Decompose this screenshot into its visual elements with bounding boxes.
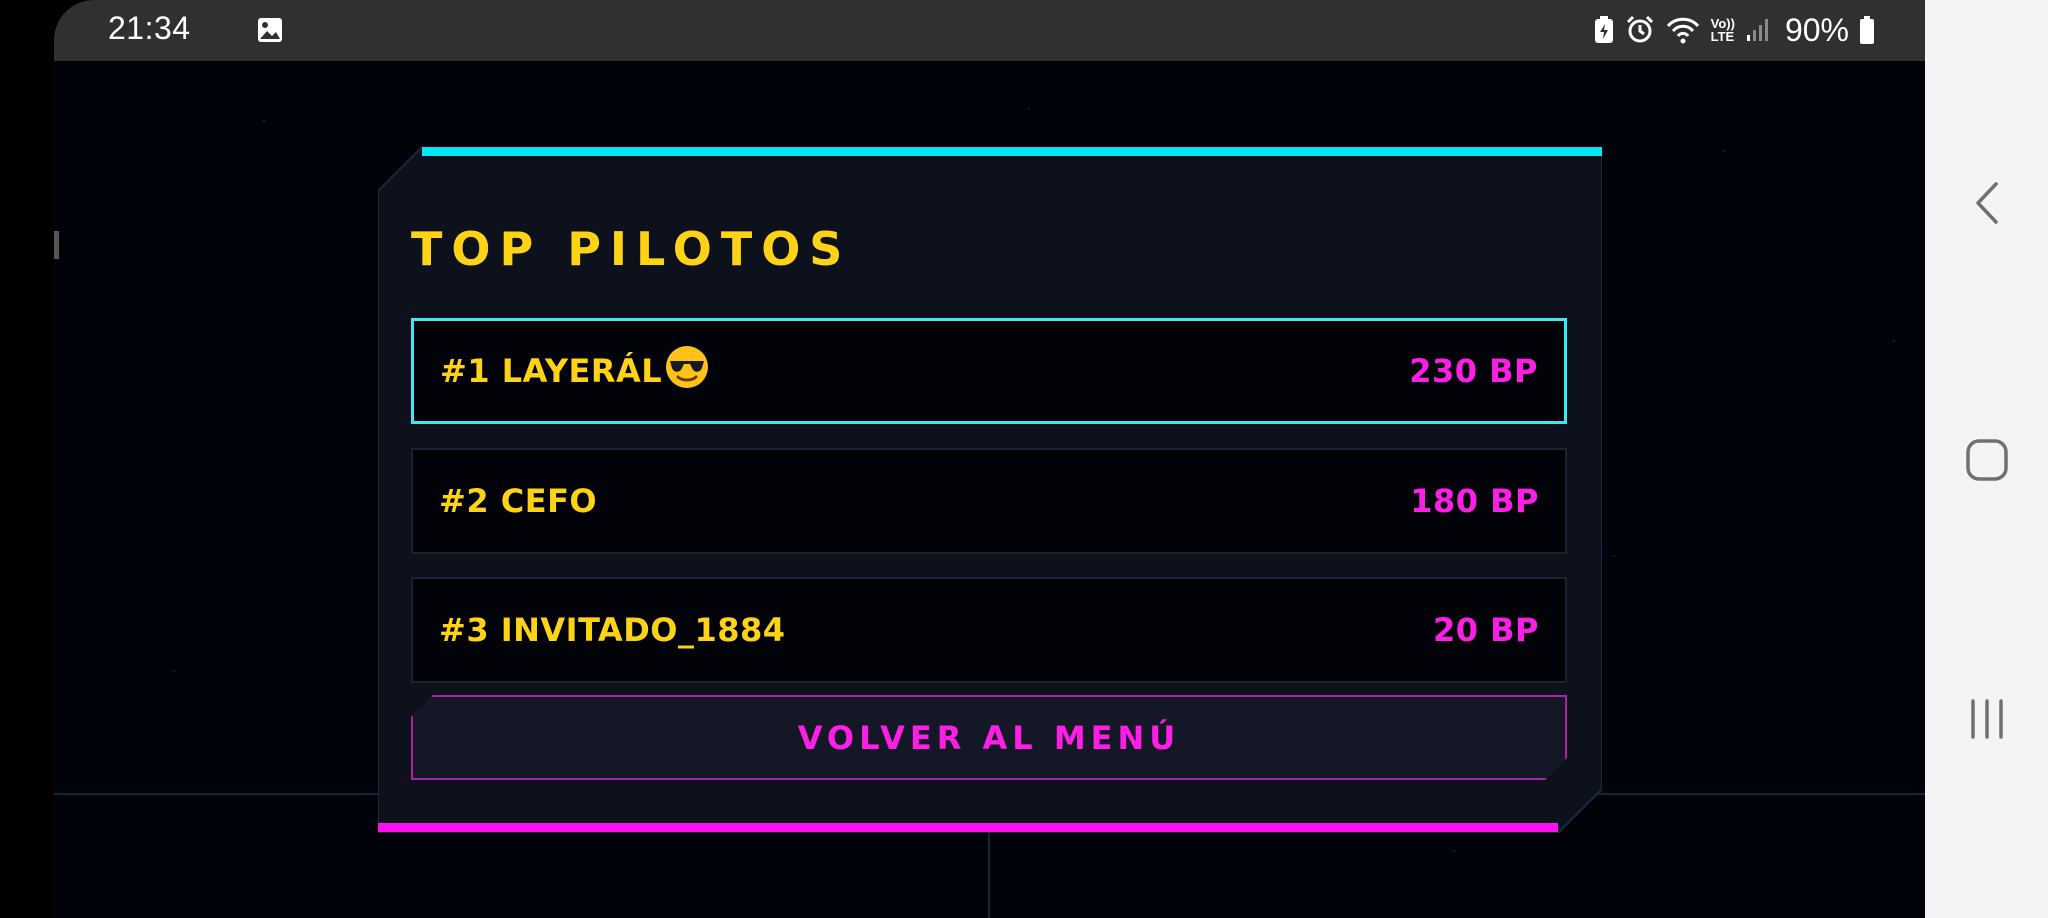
recent-apps-icon[interactable]: [1925, 698, 2048, 740]
battery-icon: [1859, 15, 1875, 45]
leaderboard-row-2: #2 CEFO 180 BP: [411, 448, 1567, 554]
panel-bottom-accent: [378, 823, 1558, 832]
player-score-label: 20 BP: [1432, 611, 1539, 649]
player-name-label: #3 INVITADO_1884: [439, 611, 786, 649]
status-time: 21:34: [108, 10, 191, 46]
status-icons: Vo)) LTE 90%: [1593, 10, 1875, 50]
player-score-label: 230 BP: [1409, 352, 1538, 390]
battery-percentage: 90%: [1784, 11, 1849, 48]
volte-icon: Vo)) LTE: [1710, 16, 1735, 44]
player-name-label: #1 LAYERÁL: [440, 344, 710, 398]
system-navigation-bar: [1925, 0, 2048, 918]
edge-marker: [54, 231, 59, 259]
phone-screen: 21:34 Vo)) LTE 90% TOP PILOTOS #1 LAYERÁ…: [0, 0, 1925, 918]
home-icon[interactable]: [1925, 438, 2048, 482]
wifi-icon: [1665, 15, 1701, 45]
leaderboard-row-1: #1 LAYERÁL 230 BP: [411, 318, 1567, 424]
back-icon[interactable]: [1925, 180, 2048, 226]
leaderboard-title: TOP PILOTOS: [411, 222, 852, 276]
leaderboard-row-3: #3 INVITADO_1884 20 BP: [411, 577, 1567, 683]
alarm-icon: [1625, 15, 1655, 45]
gallery-icon: [257, 17, 283, 47]
player-name-label: #2 CEFO: [439, 482, 598, 520]
battery-saver-icon: [1593, 15, 1615, 45]
sunglasses-emoji-icon: [664, 344, 710, 398]
status-bar: 21:34 Vo)) LTE 90%: [54, 0, 1925, 61]
panel-top-accent: [422, 147, 1602, 156]
player-score-label: 180 BP: [1410, 482, 1539, 520]
signal-icon: [1745, 17, 1771, 43]
back-to-menu-button[interactable]: VOLVER AL MENÚ: [411, 695, 1567, 780]
